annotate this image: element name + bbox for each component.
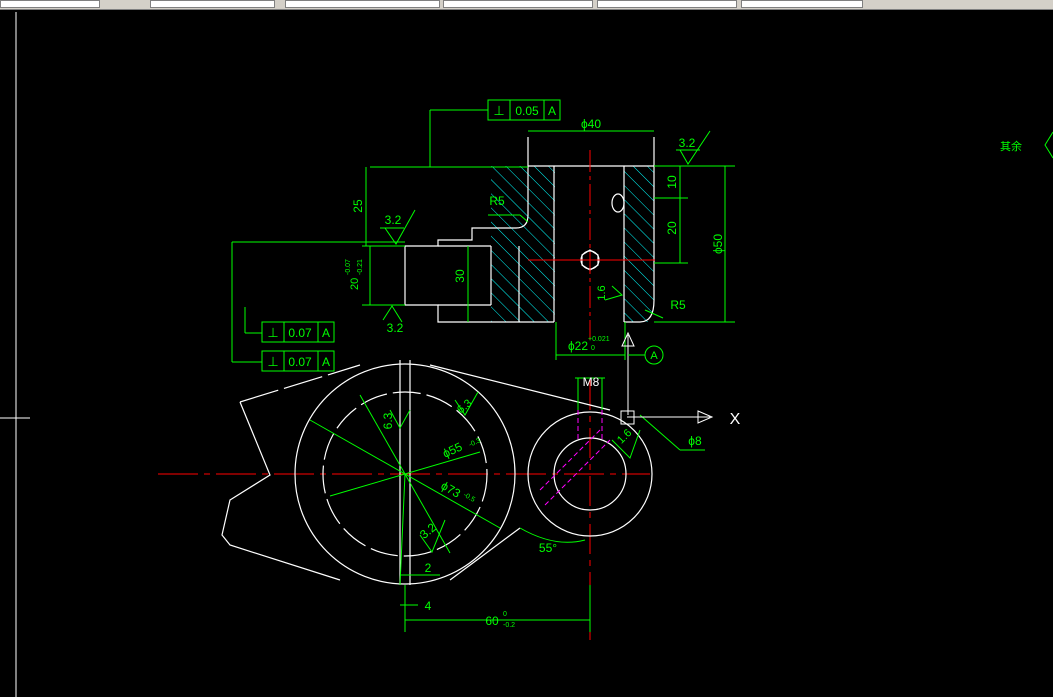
dim-phi73: ϕ73 [439, 478, 464, 500]
fcf-low-symbol: ⊥ [267, 354, 278, 369]
section-dimensions [231, 109, 735, 363]
toolbar-strip [0, 0, 1053, 10]
plan-outline [221, 360, 653, 585]
dim-25: 25 [351, 199, 365, 213]
fcf-top-tolerance: 0.05 [515, 104, 539, 118]
dim-20: 20 [665, 221, 679, 235]
fcf-mid-datum: A [322, 326, 330, 340]
dim-20tol: 20 [349, 278, 361, 290]
dim-20tol-lo: -0.21 [357, 259, 364, 275]
fcf-low: ⊥ 0.07 A [261, 350, 335, 372]
r5-upper: R5 [489, 194, 505, 208]
fcf-top: ⊥ 0.05 A [487, 99, 561, 121]
dim-phi8: ϕ8 [688, 434, 702, 448]
dim-60: 60 [485, 614, 499, 628]
dim-m8: M8 [583, 375, 600, 389]
hatch-right [624, 166, 654, 322]
side-note-text: 其余 [1000, 139, 1022, 153]
dim-phi22-tol-lo: 0 [591, 345, 595, 352]
dim-20tol-up: -0.07 [345, 259, 352, 275]
plan-dimensions [309, 377, 705, 632]
rough-left: 3.2 [385, 213, 402, 227]
rough-top-right: 3.2 [679, 136, 696, 150]
dim-60-tol-up: 0 [503, 611, 507, 618]
dim-30: 30 [453, 269, 467, 283]
fcf-mid: ⊥ 0.07 A [261, 321, 335, 343]
layer-dropdown[interactable] [0, 0, 100, 8]
r5-lower: R5 [670, 298, 686, 312]
fcf-low-tolerance: 0.07 [288, 355, 312, 369]
dim-10: 10 [665, 175, 679, 189]
rough-16-lower: 1.6 [615, 427, 634, 446]
crosshair-cursor [0, 405, 30, 430]
lineweight-dropdown[interactable] [443, 0, 593, 8]
style-dropdown[interactable] [741, 0, 863, 8]
drawing-canvas[interactable]: ⊥ 0.05 A ⊥ 0.07 A ⊥ 0.07 A 3.2 3.2 3.2 1… [0, 10, 1053, 697]
dim-phi50: ϕ50 [711, 234, 725, 254]
rough-63b: 6.3 [455, 397, 474, 416]
dim-phi40: ϕ40 [581, 117, 601, 131]
fcf-low-datum: A [322, 355, 330, 369]
datum-a-flag: A [621, 331, 664, 415]
rough-63: 6.3 [381, 412, 395, 429]
dim-phi22: ϕ22 [568, 339, 588, 353]
side-note: 其余 [1000, 131, 1053, 159]
fcf-top-symbol: ⊥ [493, 103, 504, 118]
section-view: ⊥ 0.05 A ⊥ 0.07 A ⊥ 0.07 A 3.2 3.2 3.2 1… [231, 99, 735, 415]
ucs-icon[interactable]: X [620, 410, 741, 428]
dim-60-tol-lo: -0.2 [503, 622, 515, 629]
rough-bottom: 3.2 [387, 321, 404, 335]
color-dropdown[interactable] [285, 0, 440, 8]
fcf-mid-symbol: ⊥ [267, 325, 278, 340]
plan-view: M8 6.3 6.3 ϕ55 -0.3 ϕ73 -0.5 3.2 1.6 ϕ8 … [158, 360, 705, 640]
dim-4: 4 [425, 599, 432, 613]
fcf-mid-tolerance: 0.07 [288, 326, 312, 340]
rough-32-circle: 3.2 [417, 520, 439, 542]
linetype-dropdown[interactable] [150, 0, 275, 8]
dim-2: 2 [425, 561, 432, 575]
rough-16-upper: 1.6 [596, 285, 608, 300]
plotstyle-dropdown[interactable] [597, 0, 737, 8]
datum-a-label: A [650, 350, 658, 362]
hatch-left [491, 166, 555, 322]
dim-phi73-tol: -0.5 [462, 492, 476, 504]
fcf-top-datum: A [548, 104, 556, 118]
dim-55deg: 55° [539, 541, 557, 555]
ucs-x-label: X [730, 411, 741, 428]
dim-phi22-tol-up: +0.021 [588, 336, 610, 343]
hidden-lines [539, 410, 611, 506]
